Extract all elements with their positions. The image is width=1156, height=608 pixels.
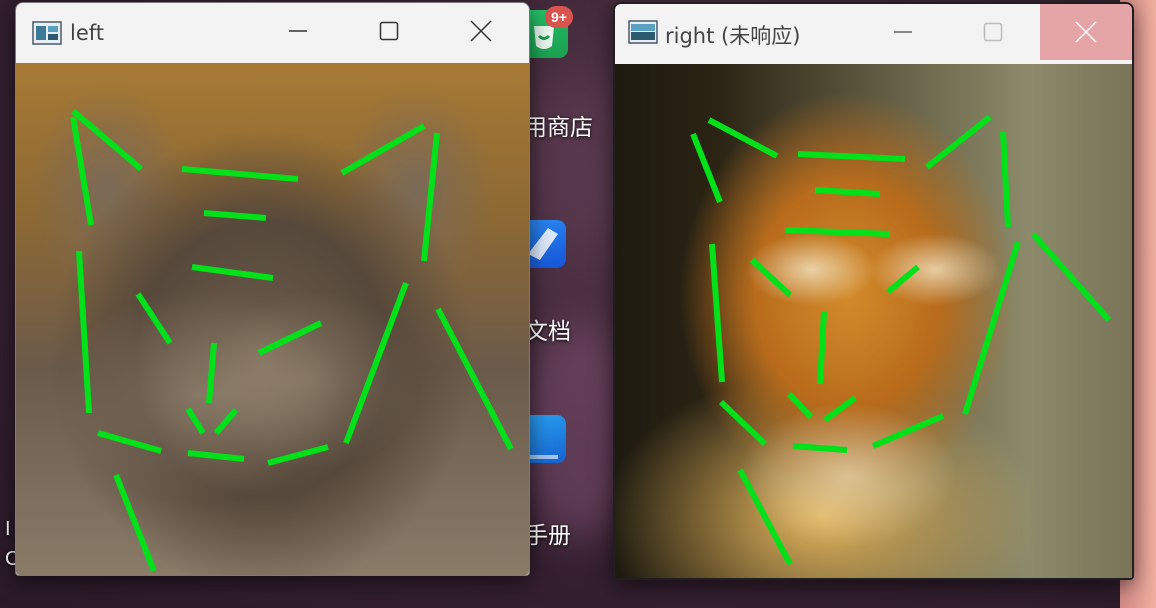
- feature-lines-overlay: [690, 114, 1112, 566]
- feature-line: [749, 257, 793, 298]
- feature-line: [97, 430, 162, 454]
- feature-line: [257, 320, 323, 356]
- maximize-button[interactable]: [958, 4, 1028, 60]
- feature-line: [203, 210, 267, 221]
- feature-line: [886, 264, 920, 295]
- feature-line: [191, 264, 274, 281]
- maximize-button[interactable]: [354, 3, 424, 59]
- feature-line: [267, 444, 329, 466]
- feature-line: [925, 114, 992, 170]
- feature-line: [690, 132, 723, 204]
- feature-line: [113, 473, 157, 573]
- maximize-icon: [983, 22, 1003, 42]
- feature-line: [797, 151, 906, 162]
- close-button[interactable]: [1040, 4, 1132, 60]
- feature-line: [213, 408, 239, 435]
- feature-line: [817, 311, 827, 385]
- minimize-button[interactable]: [868, 4, 938, 60]
- feature-line: [962, 241, 1021, 415]
- store-app-label[interactable]: 用商店: [524, 108, 593, 142]
- feature-line: [343, 281, 409, 445]
- feature-line: [814, 187, 881, 197]
- feature-line: [823, 395, 857, 423]
- feature-line: [187, 450, 245, 462]
- wallpaper-accent: [540, 80, 620, 240]
- window-title: left: [70, 21, 105, 45]
- feature-line: [737, 468, 793, 566]
- notification-badge: 9+: [545, 6, 573, 28]
- feature-line: [181, 166, 299, 182]
- minimize-icon: [894, 31, 912, 33]
- feature-line: [1030, 232, 1112, 322]
- window-title: right (未响应): [665, 24, 801, 48]
- document-app-label[interactable]: 文档: [525, 312, 571, 346]
- minimize-icon: [289, 30, 307, 32]
- feature-line: [709, 243, 725, 383]
- feature-line: [792, 443, 848, 453]
- close-button[interactable]: [446, 3, 516, 59]
- feature-line: [786, 391, 814, 420]
- minimize-button[interactable]: [263, 3, 333, 59]
- close-icon: [470, 20, 492, 42]
- manual-app-label[interactable]: 手册: [525, 516, 571, 550]
- feature-line: [135, 292, 173, 345]
- feature-line: [421, 132, 440, 262]
- window-right[interactable]: right (未响应): [613, 2, 1134, 580]
- app-window-icon: [628, 20, 658, 44]
- image-canvas[interactable]: [16, 63, 529, 575]
- feature-line: [1000, 131, 1011, 228]
- feature-line: [871, 413, 945, 449]
- titlebar[interactable]: left: [16, 3, 529, 61]
- image-canvas[interactable]: [615, 64, 1132, 578]
- app-window-icon: [32, 21, 62, 45]
- feature-line: [784, 227, 891, 237]
- feature-line: [707, 117, 779, 159]
- feature-line: [185, 407, 206, 435]
- feature-lines-overlay: [70, 108, 514, 573]
- desktop-label-fragment: I: [5, 518, 11, 540]
- maximize-icon: [379, 21, 399, 41]
- feature-line: [340, 123, 426, 176]
- titlebar[interactable]: right (未响应): [615, 4, 1132, 62]
- close-icon: [1075, 21, 1097, 43]
- feature-line: [435, 307, 514, 451]
- feature-line: [70, 116, 94, 226]
- feature-line: [76, 250, 92, 414]
- feature-line: [718, 399, 768, 447]
- feature-line: [206, 342, 217, 404]
- window-left[interactable]: left: [15, 2, 530, 576]
